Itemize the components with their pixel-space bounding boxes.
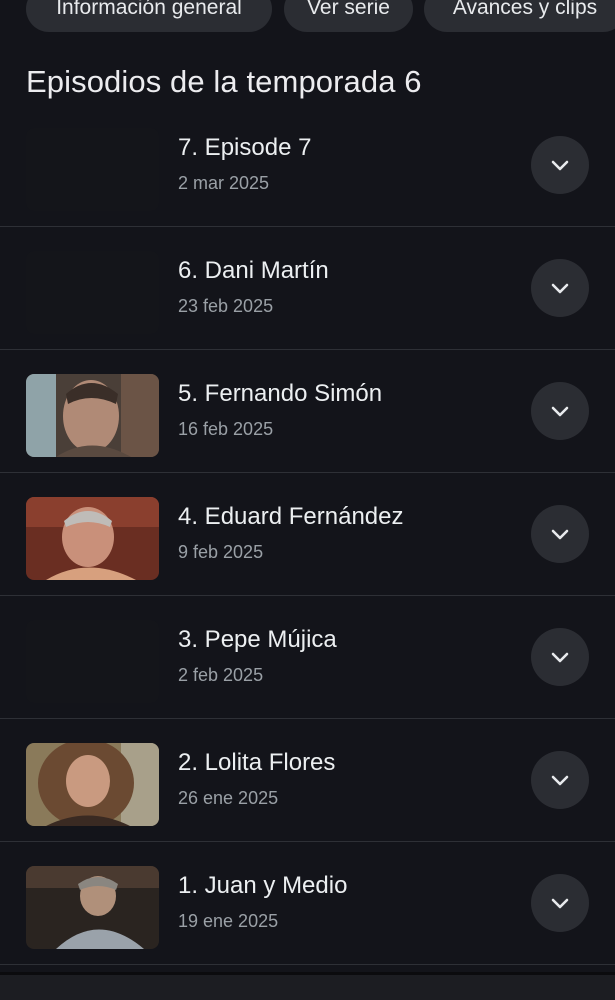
episode-title: 7. Episode 7: [178, 134, 312, 161]
episode-thumbnail: [26, 866, 159, 949]
chip-row: Información general Ver serie Avances y …: [0, 0, 615, 46]
chevron-down-icon: [551, 160, 569, 171]
episode-row[interactable]: 3. Pepe Mújica 2 feb 2025: [0, 596, 615, 719]
chip-label: Ver serie: [307, 0, 390, 19]
episode-date: 26 ene 2025: [178, 788, 279, 808]
page: Información general Ver serie Avances y …: [0, 0, 615, 1000]
chevron-down-icon: [551, 529, 569, 540]
section-title: Episodios de la temporada 6: [26, 64, 422, 99]
expand-button[interactable]: [531, 259, 589, 317]
episode-thumbnail: [26, 251, 159, 334]
portrait-image: [26, 497, 159, 580]
episode-date: 9 feb 2025: [178, 542, 264, 562]
episode-title: 1. Juan y Medio: [178, 872, 348, 899]
episode-row[interactable]: 7. Episode 7 2 mar 2025: [0, 104, 615, 227]
portrait-image: [26, 374, 159, 457]
portrait-image: [26, 866, 159, 949]
episode-list: 7. Episode 7 2 mar 2025 6. Dani Martín 2…: [0, 104, 615, 965]
episode-thumbnail: [26, 497, 159, 580]
episode-thumbnail: [26, 620, 159, 703]
episode-title: 3. Pepe Mújica: [178, 626, 337, 653]
expand-button[interactable]: [531, 136, 589, 194]
episode-thumbnail: [26, 743, 159, 826]
episode-title: 2. Lolita Flores: [178, 749, 336, 776]
episode-thumbnail: [26, 128, 159, 211]
episode-date: 19 ene 2025: [178, 911, 279, 931]
episode-title: 4. Eduard Fernández: [178, 503, 404, 530]
episode-row[interactable]: 2. Lolita Flores 26 ene 2025: [0, 719, 615, 842]
episode-row[interactable]: 4. Eduard Fernández 9 feb 2025: [0, 473, 615, 596]
expand-button[interactable]: [531, 874, 589, 932]
chevron-down-icon: [551, 898, 569, 909]
chevron-down-icon: [551, 775, 569, 786]
episode-title: 6. Dani Martín: [178, 257, 329, 284]
chip-label: Información general: [56, 0, 242, 19]
chip-avances-y-clips[interactable]: Avances y clips: [424, 0, 615, 32]
episode-row[interactable]: 1. Juan y Medio 19 ene 2025: [0, 842, 615, 965]
portrait-image: [26, 743, 159, 826]
chip-ver-serie[interactable]: Ver serie: [284, 0, 413, 32]
bottom-bar: [0, 972, 615, 1000]
chevron-down-icon: [551, 652, 569, 663]
episode-row[interactable]: 6. Dani Martín 23 feb 2025: [0, 227, 615, 350]
chip-label: Avances y clips: [452, 0, 598, 19]
episode-date: 2 feb 2025: [178, 665, 264, 685]
episode-title: 5. Fernando Simón: [178, 380, 383, 407]
episode-thumbnail: [26, 374, 159, 457]
expand-button[interactable]: [531, 751, 589, 809]
expand-button[interactable]: [531, 628, 589, 686]
chevron-down-icon: [551, 406, 569, 417]
episode-date: 23 feb 2025: [178, 296, 274, 316]
episode-date: 16 feb 2025: [178, 419, 274, 439]
episode-row[interactable]: 5. Fernando Simón 16 feb 2025: [0, 350, 615, 473]
episode-date: 2 mar 2025: [178, 173, 270, 193]
expand-button[interactable]: [531, 505, 589, 563]
expand-button[interactable]: [531, 382, 589, 440]
chevron-down-icon: [551, 283, 569, 294]
chip-informacion-general[interactable]: Información general: [26, 0, 272, 32]
